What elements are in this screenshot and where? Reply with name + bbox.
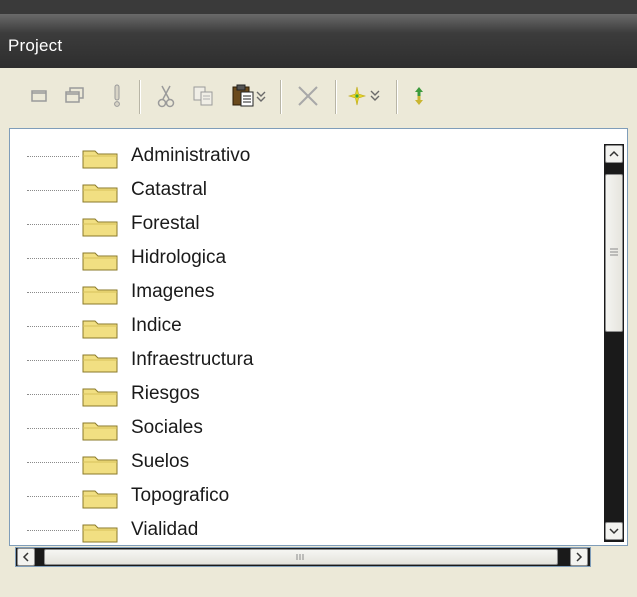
folder-icon [82,456,118,475]
folder-icon [82,388,118,407]
project-tree[interactable]: Administrativo Catastral Forestal Hidrol… [9,128,628,546]
tree-item-vialidad[interactable]: Vialidad [10,513,590,545]
horizontal-scroll-area [9,546,628,578]
tree-item-label: Hidrologica [131,247,227,268]
copy-icon[interactable] [190,82,218,110]
horizontal-scrollbar[interactable] [15,547,591,567]
toolbar [0,68,637,128]
tree-item-label: Suelos [131,451,190,472]
project-panel: Project Administrativo Catastral Foresta… [0,0,637,597]
tree-item-label: Infraestructura [131,349,254,370]
exclamation-icon[interactable] [103,82,131,110]
tree-connector [27,360,79,361]
tree-item-label: Catastral [131,179,208,200]
horizontal-scroll-thumb[interactable] [44,549,558,565]
folder-icon [82,320,118,339]
tree-connector [27,258,79,259]
tree-item-label: Riesgos [131,383,200,404]
grip-icon [610,248,618,256]
arrow-right-icon [576,552,583,562]
folder-icon [82,524,118,543]
panel-title: Project [8,36,63,55]
tree-item-infraestructura[interactable]: Infraestructura [10,343,590,377]
tree-item-hidrologica[interactable]: Hidrologica [10,241,590,275]
arrow-up-icon [609,150,619,157]
tree-item-label: Topografico [131,485,230,506]
tree-item-label: Vialidad [131,519,199,540]
tree-item-forestal[interactable]: Forestal [10,207,590,241]
tree-item-label: Administrativo [131,145,251,166]
arrow-left-icon [22,552,29,562]
toolbar-separator [396,80,398,114]
folder-icon [82,150,118,169]
scroll-left-button[interactable] [17,548,35,566]
vertical-scroll-thumb[interactable] [605,174,623,332]
toolbar-separator [335,80,337,114]
tree-item-suelos[interactable]: Suelos [10,445,590,479]
tree-item-administrativo[interactable]: Administrativo [10,139,590,173]
delete-icon[interactable] [294,82,322,110]
tree-connector [27,156,79,157]
folder-icon [82,184,118,203]
tree-item-label: Sociales [131,417,203,438]
paste-icon[interactable] [231,82,271,110]
scroll-right-button[interactable] [570,548,588,566]
tree-item-catastral[interactable]: Catastral [10,173,590,207]
scroll-up-button[interactable] [605,145,623,163]
tree-item-riesgos[interactable]: Riesgos [10,377,590,411]
cut-icon[interactable] [152,82,180,110]
tree-connector [27,190,79,191]
window-restore-icon[interactable] [26,82,54,110]
window-top-strip [0,0,637,14]
folder-icon [82,252,118,271]
tree-item-label: Forestal [131,213,200,234]
folder-icon [82,218,118,237]
arrow-down-icon [609,528,619,535]
folder-icon [82,286,118,305]
panel-bottom-edge [0,582,637,597]
tree-connector [27,224,79,225]
folder-icon [82,354,118,373]
tree-item-indice[interactable]: Indice [10,309,590,343]
grip-icon [296,554,304,560]
window-cascade-icon[interactable] [61,82,89,110]
tree-connector [27,530,79,531]
tree-connector [27,428,79,429]
star-icon[interactable] [345,82,389,110]
tree-connector [27,292,79,293]
tree-connector [27,326,79,327]
tree-item-sociales[interactable]: Sociales [10,411,590,445]
vertical-scrollbar[interactable] [604,144,624,542]
tree-connector [27,394,79,395]
scroll-down-button[interactable] [605,522,623,540]
title-bar[interactable]: Project [0,14,637,69]
tree-item-label: Imagenes [131,281,215,302]
tree-item-imagenes[interactable]: Imagenes [10,275,590,309]
tree-item-topografico[interactable]: Topografico [10,479,590,513]
refresh-icon[interactable] [405,82,433,110]
toolbar-separator [280,80,282,114]
tree-connector [27,496,79,497]
tree-connector [27,462,79,463]
folder-icon [82,422,118,441]
tree-item-label: Indice [131,315,182,336]
folder-icon [82,490,118,509]
toolbar-separator [139,80,141,114]
